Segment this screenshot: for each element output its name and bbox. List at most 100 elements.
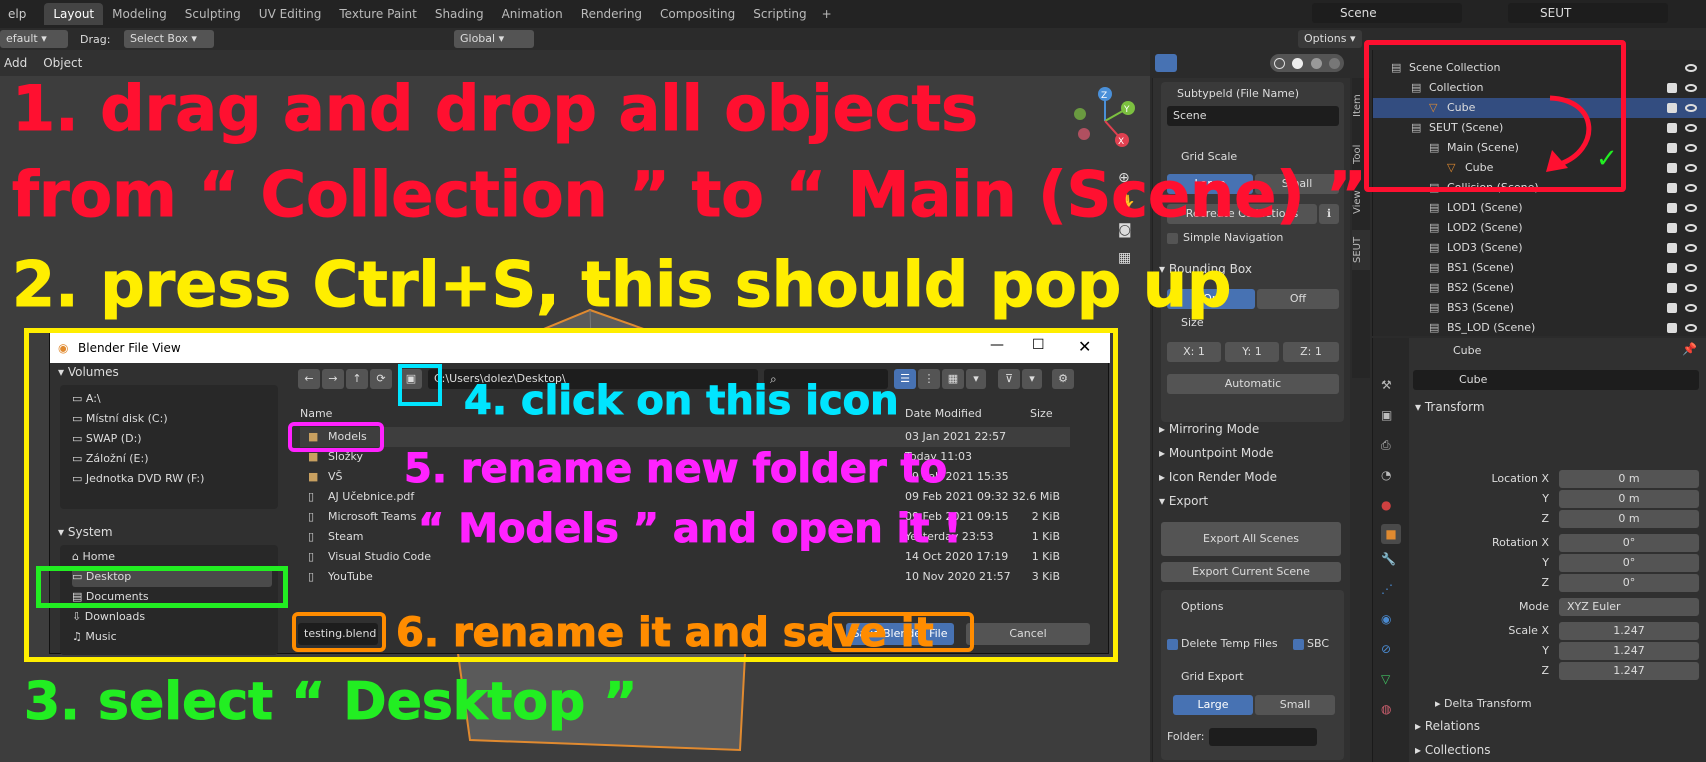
- bbox-y-field[interactable]: Y: 1: [1225, 342, 1279, 362]
- exclude-checkbox[interactable]: [1667, 283, 1677, 293]
- add-menu[interactable]: Add: [4, 56, 27, 70]
- render-icon[interactable]: ▣: [1381, 408, 1392, 422]
- exclude-checkbox[interactable]: [1667, 123, 1677, 133]
- object-properties-icon[interactable]: ■: [1381, 524, 1401, 544]
- mode-dropdown[interactable]: efault ▾: [0, 30, 68, 48]
- location-x-field[interactable]: 0 m: [1559, 470, 1699, 488]
- rotation-x-field[interactable]: 0°: [1559, 534, 1699, 552]
- scale-y-field[interactable]: 1.247: [1559, 642, 1699, 660]
- export-large-button[interactable]: Large: [1173, 695, 1253, 715]
- world-icon[interactable]: ●: [1381, 498, 1391, 512]
- workspace-tab-sculpting[interactable]: Sculpting: [176, 3, 250, 25]
- workspace-tab-uv-editing[interactable]: UV Editing: [250, 3, 331, 25]
- workspace-tab-animation[interactable]: Animation: [493, 3, 572, 25]
- eye-icon[interactable]: [1685, 184, 1697, 192]
- bbox-z-field[interactable]: Z: 1: [1283, 342, 1339, 362]
- material-icon[interactable]: ◍: [1381, 702, 1391, 716]
- workspace-tab-layout[interactable]: Layout: [44, 3, 104, 25]
- workspace-tab-compositing[interactable]: Compositing: [651, 3, 744, 25]
- eye-icon[interactable]: [1685, 164, 1697, 172]
- export-header[interactable]: ▾ Export: [1159, 494, 1208, 508]
- workspace-tab-rendering[interactable]: Rendering: [572, 3, 651, 25]
- eye-icon[interactable]: [1685, 224, 1697, 232]
- icon-render-mode-header[interactable]: ▸ Icon Render Mode: [1159, 470, 1277, 484]
- outliner-row[interactable]: ▤ BS2 (Scene): [1373, 278, 1706, 298]
- eye-icon[interactable]: [1685, 144, 1697, 152]
- outliner-row[interactable]: ▤ BS3 (Scene): [1373, 298, 1706, 318]
- scene-selector[interactable]: Scene: [1312, 3, 1462, 23]
- drag-dropdown[interactable]: Select Box ▾: [124, 30, 214, 48]
- eye-icon[interactable]: [1685, 284, 1697, 292]
- eye-icon[interactable]: [1685, 244, 1697, 252]
- exclude-checkbox[interactable]: [1667, 323, 1677, 333]
- simple-nav-checkbox[interactable]: [1167, 233, 1178, 244]
- navigation-gizmo[interactable]: Z Y X: [1070, 86, 1140, 156]
- outliner-row[interactable]: ▤ LOD1 (Scene): [1373, 198, 1706, 218]
- exclude-checkbox[interactable]: [1667, 143, 1677, 153]
- eye-icon[interactable]: [1685, 324, 1697, 332]
- exclude-checkbox[interactable]: [1667, 203, 1677, 213]
- eye-icon[interactable]: [1685, 124, 1697, 132]
- constraints-icon[interactable]: ⊘: [1381, 642, 1391, 656]
- rotation-mode-dropdown[interactable]: XYZ Euler: [1559, 598, 1699, 616]
- object-menu[interactable]: Object: [43, 56, 82, 70]
- tool-icon[interactable]: ⚒: [1381, 378, 1392, 392]
- outliner-row[interactable]: ▤ BS_LOD (Scene): [1373, 318, 1706, 338]
- exclude-checkbox[interactable]: [1667, 243, 1677, 253]
- automatic-button[interactable]: Automatic: [1167, 374, 1339, 394]
- add-workspace-button[interactable]: +: [822, 7, 832, 21]
- rotation-z-field[interactable]: 0°: [1559, 574, 1699, 592]
- export-all-scenes-button[interactable]: Export All Scenes: [1161, 522, 1341, 556]
- workspace-tab-scripting[interactable]: Scripting: [744, 3, 815, 25]
- eye-icon[interactable]: [1685, 104, 1697, 112]
- eye-icon[interactable]: [1685, 64, 1697, 72]
- mirroring-mode-header[interactable]: ▸ Mirroring Mode: [1159, 422, 1259, 436]
- export-current-scene-button[interactable]: Export Current Scene: [1161, 562, 1341, 582]
- relations-header[interactable]: ▸ Relations: [1415, 719, 1480, 733]
- exclude-checkbox[interactable]: [1667, 303, 1677, 313]
- mountpoint-mode-header[interactable]: ▸ Mountpoint Mode: [1159, 446, 1274, 460]
- export-small-button[interactable]: Small: [1255, 695, 1335, 715]
- workspace-tab-modeling[interactable]: Modeling: [103, 3, 176, 25]
- physics-icon[interactable]: ◉: [1381, 612, 1391, 626]
- scale-x-field[interactable]: 1.247: [1559, 622, 1699, 640]
- outliner-row[interactable]: ▤ LOD2 (Scene): [1373, 218, 1706, 238]
- sbc-checkbox[interactable]: [1293, 639, 1304, 650]
- exclude-checkbox[interactable]: [1667, 163, 1677, 173]
- shading-buttons[interactable]: [1270, 54, 1344, 72]
- eye-icon[interactable]: [1685, 204, 1697, 212]
- location-y-field[interactable]: 0 m: [1559, 490, 1699, 508]
- help-menu[interactable]: elp: [0, 7, 34, 21]
- location-z-field[interactable]: 0 m: [1559, 510, 1699, 528]
- exclude-checkbox[interactable]: [1667, 183, 1677, 193]
- scene-icon[interactable]: ◔: [1381, 468, 1391, 482]
- data-icon[interactable]: ▽: [1381, 672, 1390, 686]
- tab-seut[interactable]: SEUT: [1352, 230, 1370, 270]
- eye-icon[interactable]: [1685, 84, 1697, 92]
- options-dropdown[interactable]: Options ▾: [1298, 30, 1362, 48]
- bbox-off-button[interactable]: Off: [1257, 289, 1339, 309]
- view-layer-selector[interactable]: SEUT: [1508, 3, 1668, 23]
- exclude-checkbox[interactable]: [1667, 103, 1677, 113]
- rotation-y-field[interactable]: 0°: [1559, 554, 1699, 572]
- subtype-input[interactable]: Scene: [1167, 106, 1339, 126]
- workspace-tab-shading[interactable]: Shading: [426, 3, 493, 25]
- scale-z-field[interactable]: 1.247: [1559, 662, 1699, 680]
- folder-input[interactable]: [1209, 728, 1317, 746]
- modifier-icon[interactable]: 🔧: [1381, 552, 1396, 566]
- exclude-checkbox[interactable]: [1667, 223, 1677, 233]
- exclude-checkbox[interactable]: [1667, 263, 1677, 273]
- eye-icon[interactable]: [1685, 304, 1697, 312]
- delta-transform-header[interactable]: ▸ Delta Transform: [1435, 697, 1532, 710]
- exclude-checkbox[interactable]: [1667, 83, 1677, 93]
- outliner-row[interactable]: ▤ LOD3 (Scene): [1373, 238, 1706, 258]
- eye-icon[interactable]: [1685, 264, 1697, 272]
- bbox-x-field[interactable]: X: 1: [1167, 342, 1221, 362]
- gizmo-toggle-button[interactable]: [1155, 54, 1177, 72]
- workspace-tab-texture-paint[interactable]: Texture Paint: [330, 3, 425, 25]
- collections-header[interactable]: ▸ Collections: [1415, 743, 1490, 757]
- orientation-dropdown[interactable]: Global ▾: [454, 30, 534, 48]
- delete-temp-checkbox[interactable]: [1167, 639, 1178, 650]
- output-icon[interactable]: ⎙: [1381, 438, 1391, 453]
- outliner-row[interactable]: ▤ BS1 (Scene): [1373, 258, 1706, 278]
